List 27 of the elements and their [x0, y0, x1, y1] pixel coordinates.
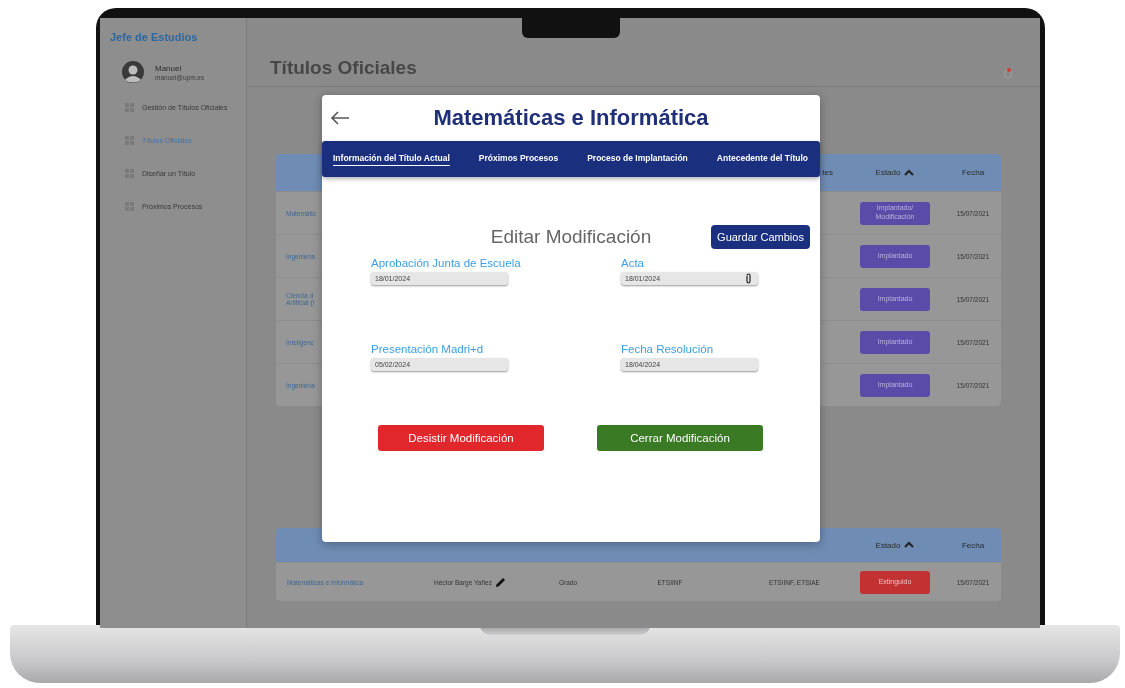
pencil-icon: [494, 576, 506, 588]
tab[interactable]: Antecedente del Título: [716, 152, 808, 166]
discard-button[interactable]: Desistir Modificación: [378, 425, 544, 451]
sidebar-title: Jefe de Estudios: [110, 31, 199, 43]
field-label: Presentación Madri+d: [371, 343, 485, 355]
back-arrow-icon[interactable]: [330, 110, 350, 126]
column-header[interactable]: Estado: [845, 168, 945, 177]
field-label: Acta: [621, 257, 645, 269]
column-header[interactable]: Estado: [845, 540, 945, 550]
column-header[interactable]: Fecha: [945, 168, 1001, 177]
close-button[interactable]: Cerrar Modificación: [597, 425, 763, 451]
page-title: Títulos Oficiales: [270, 57, 417, 79]
column-header[interactable]: Fecha: [945, 540, 1001, 550]
notification-icon: [1002, 67, 1014, 79]
paperclip-icon: [745, 273, 752, 284]
avatar-icon: [122, 61, 144, 83]
sort-caret-icon: [904, 541, 915, 549]
field-label: Fecha Resolución: [621, 343, 715, 355]
sort-caret-icon: [904, 168, 915, 177]
tab[interactable]: Próximos Procesos: [478, 152, 559, 166]
user-name: Manuel: [155, 63, 183, 73]
modal-title: Matemáticas e Informática: [432, 105, 710, 131]
tab[interactable]: Proceso de Implantación: [587, 152, 688, 166]
section-heading: Editar Modificación: [490, 226, 652, 248]
tab[interactable]: Información del Título Actual: [333, 152, 450, 166]
field-label: Aprobación Junta de Escuela: [371, 257, 522, 269]
save-changes-button[interactable]: Guardar Cambios: [711, 225, 810, 249]
